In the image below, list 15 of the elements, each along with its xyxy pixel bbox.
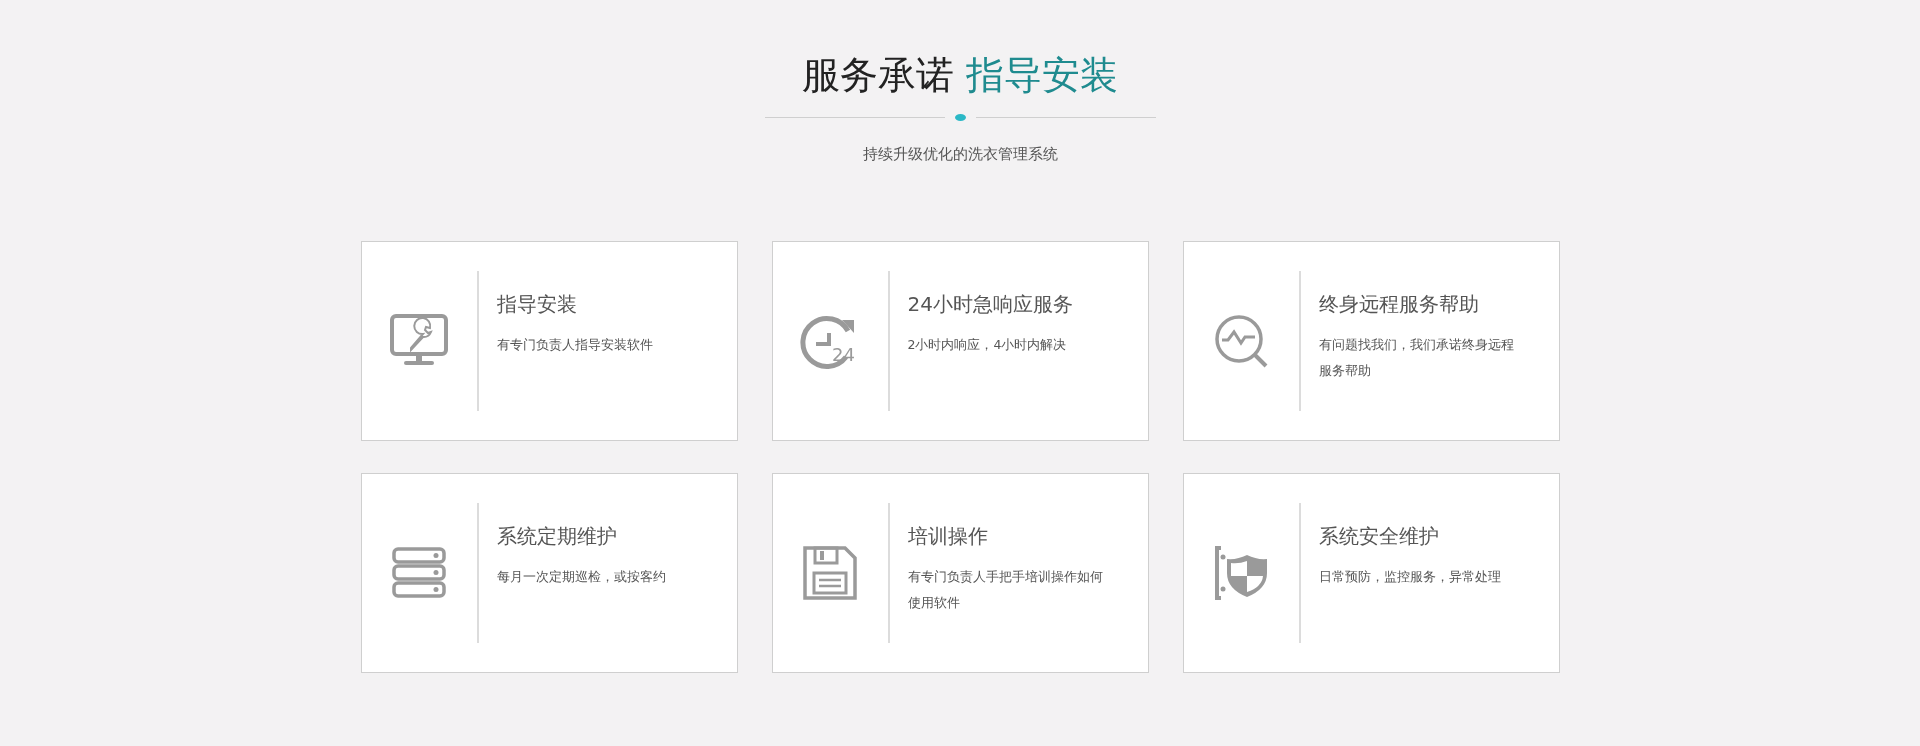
card-title: 系统安全维护: [1318, 523, 1440, 550]
card-title: 24小时急响应服务: [907, 291, 1074, 318]
card-title: 系统定期维护: [496, 523, 618, 550]
card-title: 培训操作: [907, 523, 989, 550]
section-subtitle: 持续升级优化的洗衣管理系统: [862, 145, 1058, 164]
card-description: 日常预防，监控服务，异常处理: [1318, 568, 1502, 586]
card-title: 终身远程服务帮助: [1318, 291, 1480, 318]
card-description: 有问题找我们，我们承诺终身远程服务帮助: [1318, 336, 1515, 380]
card-title: 指导安装: [496, 291, 578, 318]
card-description: 2小时内响应，4小时内解决: [907, 336, 1068, 354]
dot-ornament: [954, 114, 966, 121]
card-description: 每月一次定期巡检，或按客约: [496, 568, 667, 586]
card-description: 有专门负责人手把手培训操作如何使用软件: [907, 568, 1104, 612]
card-description: 有专门负责人指导安装软件: [496, 336, 654, 354]
section-title: 服务承诺 指导安装: [801, 52, 1119, 98]
